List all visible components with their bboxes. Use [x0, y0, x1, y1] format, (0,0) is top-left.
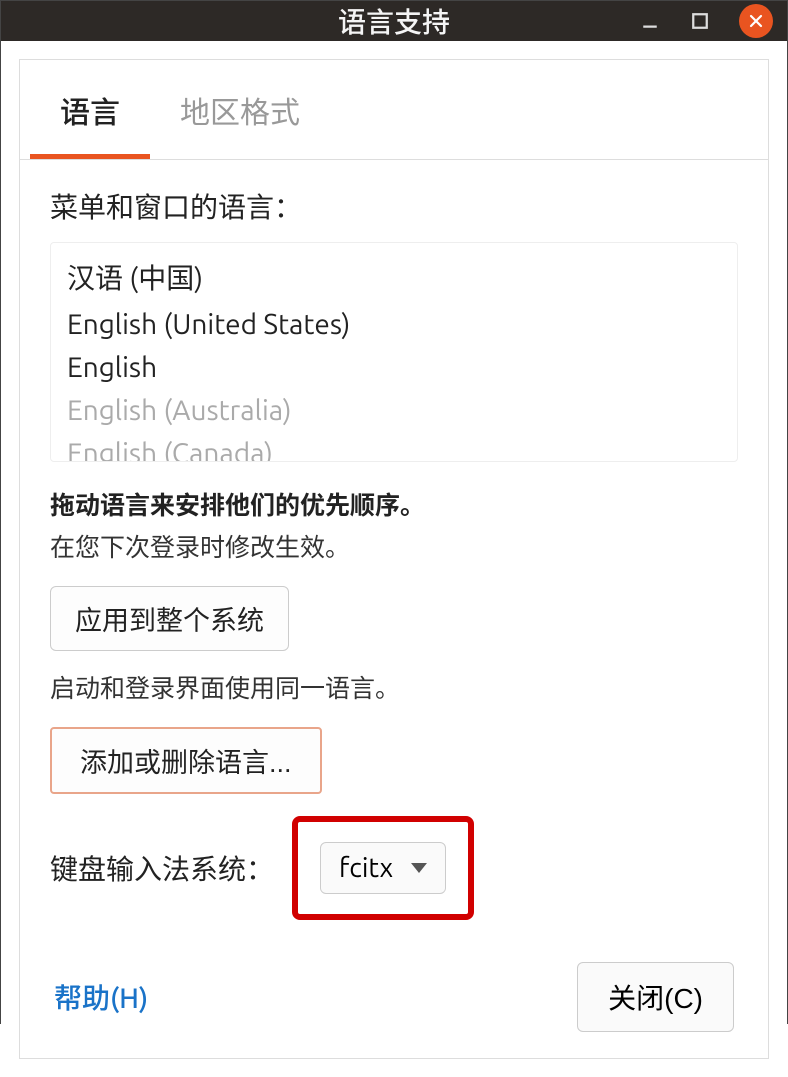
ime-system-label: 键盘输入法系统：: [50, 848, 274, 888]
tab-language[interactable]: 语言: [30, 60, 150, 159]
ime-system-value: fcitx: [339, 853, 393, 883]
list-item[interactable]: 汉语 (中国): [61, 251, 727, 303]
language-support-window: 语言支持 语言 地区格式 菜单和窗口的语言： 汉语 (中国): [0, 0, 788, 1024]
same-language-hint: 启动和登录界面使用同一语言。: [50, 669, 738, 705]
help-button[interactable]: 帮助(H): [54, 977, 148, 1017]
close-button[interactable]: 关闭(C): [577, 962, 734, 1032]
annotation-highlight: fcitx: [292, 816, 474, 920]
content-inner: 语言 地区格式 菜单和窗口的语言： 汉语 (中国) English (Unite…: [19, 59, 769, 1059]
list-item[interactable]: English (Australia): [61, 389, 727, 432]
ime-system-dropdown[interactable]: fcitx: [320, 842, 446, 894]
tabs: 语言 地区格式: [20, 60, 768, 160]
list-item[interactable]: English: [61, 346, 727, 389]
drag-hint: 在您下次登录时修改生效。: [50, 528, 738, 564]
menu-window-language-label: 菜单和窗口的语言：: [50, 186, 738, 226]
list-item[interactable]: English (Canada): [61, 432, 727, 462]
tab-region-format[interactable]: 地区格式: [150, 60, 330, 159]
language-panel: 菜单和窗口的语言： 汉语 (中国) English (United States…: [20, 160, 768, 940]
content-frame: 语言 地区格式 菜单和窗口的语言： 汉语 (中国) English (Unite…: [1, 41, 787, 1077]
minimize-icon[interactable]: [639, 10, 661, 32]
close-icon[interactable]: [739, 4, 773, 38]
titlebar: 语言支持: [1, 1, 787, 41]
window-controls: [639, 4, 773, 38]
list-item[interactable]: English (United States): [61, 303, 727, 346]
chevron-down-icon: [411, 863, 427, 873]
language-list[interactable]: 汉语 (中国) English (United States) English …: [50, 242, 738, 462]
dialog-footer: 帮助(H) 关闭(C): [20, 940, 768, 1058]
drag-hint-bold: 拖动语言来安排他们的优先顺序。: [50, 486, 738, 522]
apply-system-wide-button[interactable]: 应用到整个系统: [50, 586, 289, 651]
add-remove-languages-button[interactable]: 添加或删除语言...: [50, 727, 322, 794]
maximize-icon[interactable]: [689, 10, 711, 32]
ime-row: 键盘输入法系统： fcitx: [50, 816, 738, 920]
